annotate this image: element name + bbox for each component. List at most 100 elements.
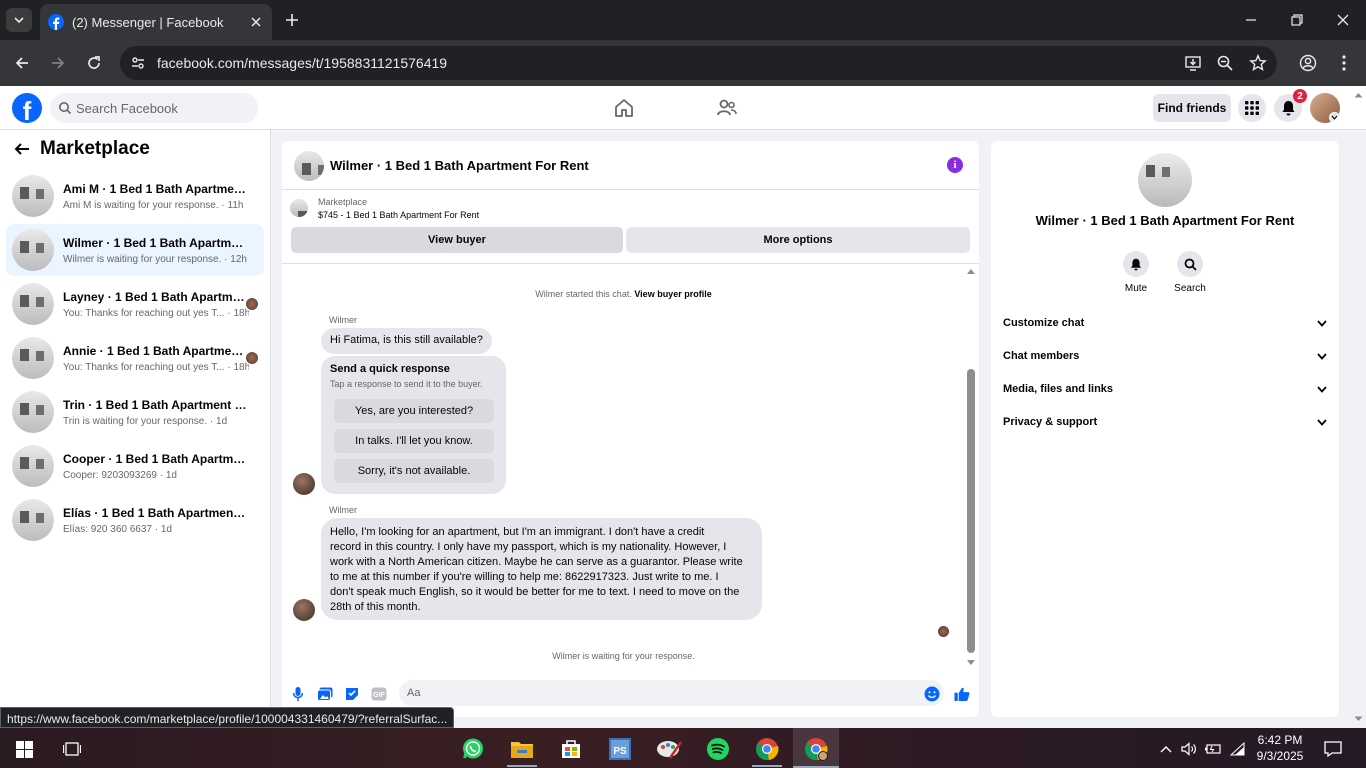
sender-avatar[interactable] (293, 599, 315, 621)
quick-response-button[interactable]: Yes, are you interested? (334, 399, 494, 423)
scrollbar-thumb[interactable] (967, 369, 975, 653)
chrome-icon[interactable] (752, 734, 782, 764)
find-friends-button[interactable]: Find friends (1153, 94, 1231, 122)
conversation-avatar (12, 229, 54, 271)
chat-avatar[interactable] (294, 151, 324, 181)
sender-avatar[interactable] (293, 473, 315, 495)
info-icon[interactable]: i (947, 157, 963, 173)
tab-title: (2) Messenger | Facebook (72, 14, 224, 30)
bell-icon[interactable] (1123, 251, 1149, 277)
sticker-icon[interactable] (344, 686, 360, 702)
quick-response-button[interactable]: Sorry, it's not available. (334, 459, 494, 483)
notification-center-icon[interactable] (1318, 734, 1348, 764)
chat-panel: Wilmer · 1 Bed 1 Bath Apartment For Rent… (282, 141, 979, 717)
bookmark-star-icon[interactable] (1249, 54, 1267, 72)
address-bar[interactable]: facebook.com/messages/t/1958831121576419 (120, 46, 1277, 80)
conversation-item[interactable]: Ami M · 1 Bed 1 Bath Apartment F... Ami M… (6, 170, 264, 222)
details-avatar[interactable] (1138, 153, 1192, 207)
conversation-avatar (12, 175, 54, 217)
view-buyer-button[interactable]: View buyer (291, 227, 623, 253)
conversation-name: Ami M · 1 Bed 1 Bath Apartment F... (63, 181, 249, 196)
search-action[interactable]: Search (1174, 251, 1206, 294)
tab-search-button[interactable] (6, 8, 32, 32)
facebook-logo-icon[interactable]: f (12, 93, 42, 126)
chat-members-section[interactable]: Chat members (1003, 345, 1327, 367)
sender-name: Wilmer (329, 315, 357, 325)
conversation-text: Annie · 1 Bed 1 Bath Apartment ... You: T… (63, 344, 249, 373)
back-icon[interactable] (12, 53, 32, 73)
running-indicator (752, 765, 782, 767)
close-tab-icon[interactable] (248, 14, 264, 30)
message-bubble[interactable]: Hello, I'm looking for an apartment, but… (321, 518, 762, 620)
conversation-item[interactable]: Elías · 1 Bed 1 Bath Apartment For ... El… (6, 494, 264, 546)
running-indicator (507, 765, 537, 767)
forward-icon[interactable] (48, 53, 68, 73)
scroll-down-icon[interactable] (966, 659, 976, 667)
new-tab-icon[interactable] (282, 10, 302, 30)
message-bubble[interactable]: Hi Fatima, is this still available? (321, 328, 492, 354)
whatsapp-icon[interactable] (458, 734, 488, 764)
chrome-profile-icon[interactable] (801, 734, 831, 764)
search-icon[interactable] (1177, 251, 1203, 277)
back-arrow-icon[interactable] (14, 141, 30, 157)
thumbs-up-icon[interactable] (954, 686, 970, 702)
file-explorer-icon[interactable] (507, 734, 537, 764)
conversation-item[interactable]: Wilmer · 1 Bed 1 Bath Apartment F... Wilm… (6, 224, 264, 276)
photoshop-icon[interactable]: PS (605, 734, 635, 764)
emoji-icon[interactable] (924, 686, 940, 702)
browser-toolbar: facebook.com/messages/t/1958831121576419 (0, 40, 1366, 86)
view-buyer-profile-link[interactable]: View buyer profile (634, 289, 711, 299)
profile-icon[interactable] (1298, 53, 1318, 73)
wifi-icon[interactable] (1223, 734, 1253, 764)
site-info-icon[interactable] (130, 55, 146, 71)
message-line: 28th of this month. (330, 601, 421, 613)
menu-grid-icon[interactable] (1238, 94, 1266, 122)
message-line: don't speak much English, so it would be… (330, 586, 740, 598)
chat-header: Wilmer · 1 Bed 1 Bath Apartment For Rent… (282, 141, 979, 190)
quick-response-button[interactable]: In talks. I'll let you know. (334, 429, 494, 453)
listing-title[interactable]: $745 - 1 Bed 1 Bath Apartment For Rent (318, 210, 479, 220)
browser-tab[interactable]: (2) Messenger | Facebook (40, 4, 272, 40)
search-input[interactable] (76, 100, 246, 116)
chat-title[interactable]: Wilmer · 1 Bed 1 Bath Apartment For Rent (330, 158, 589, 173)
photo-icon[interactable] (317, 686, 333, 702)
install-app-icon[interactable] (1184, 54, 1202, 72)
conversation-item[interactable]: Cooper · 1 Bed 1 Bath Apartment F... Coop… (6, 440, 264, 492)
page-scroll-down-icon[interactable] (1354, 716, 1363, 722)
page-scroll-up-icon[interactable] (1354, 92, 1363, 98)
svg-text:GIF: GIF (373, 692, 385, 699)
facebook-search[interactable] (50, 93, 258, 123)
mute-action[interactable]: Mute (1122, 251, 1150, 294)
spotify-icon[interactable] (703, 734, 733, 764)
friends-icon[interactable] (715, 96, 739, 120)
more-options-button[interactable]: More options (626, 227, 970, 253)
windows-start-icon[interactable] (9, 734, 39, 764)
home-icon[interactable] (612, 96, 636, 120)
conversation-item[interactable]: Annie · 1 Bed 1 Bath Apartment ... You: T… (6, 332, 264, 384)
system-clock[interactable]: 6:42 PM 9/3/2025 (1252, 732, 1308, 764)
media-files-links-section[interactable]: Media, files and links (1003, 378, 1327, 400)
account-avatar[interactable] (1310, 93, 1340, 123)
scroll-up-icon[interactable] (966, 267, 976, 275)
task-view-icon[interactable] (57, 734, 87, 764)
conversation-item[interactable]: Layney · 1 Bed 1 Bath Apartment... You: T… (6, 278, 264, 330)
customize-chat-section[interactable]: Customize chat (1003, 312, 1327, 334)
paint-app-icon[interactable] (654, 734, 684, 764)
reload-icon[interactable] (84, 53, 104, 73)
zoom-icon[interactable] (1216, 54, 1234, 72)
browser-tab-strip: (2) Messenger | Facebook (0, 0, 1366, 40)
message-input[interactable] (407, 687, 907, 699)
thread-scrollbar[interactable] (966, 267, 976, 669)
minimize-icon[interactable] (1241, 10, 1261, 30)
gif-icon[interactable]: GIF (371, 686, 387, 702)
privacy-support-section[interactable]: Privacy & support (1003, 411, 1327, 433)
message-input-box[interactable] (399, 680, 944, 706)
conversation-item[interactable]: Trin · 1 Bed 1 Bath Apartment For R... Tr… (6, 386, 264, 438)
browser-menu-icon[interactable] (1334, 53, 1354, 73)
conversation-name: Cooper · 1 Bed 1 Bath Apartment F... (63, 451, 249, 466)
microphone-icon[interactable] (290, 686, 306, 702)
microsoft-store-icon[interactable] (556, 734, 586, 764)
conversation-avatar (12, 337, 54, 379)
close-window-icon[interactable] (1333, 10, 1353, 30)
restore-icon[interactable] (1287, 10, 1307, 30)
